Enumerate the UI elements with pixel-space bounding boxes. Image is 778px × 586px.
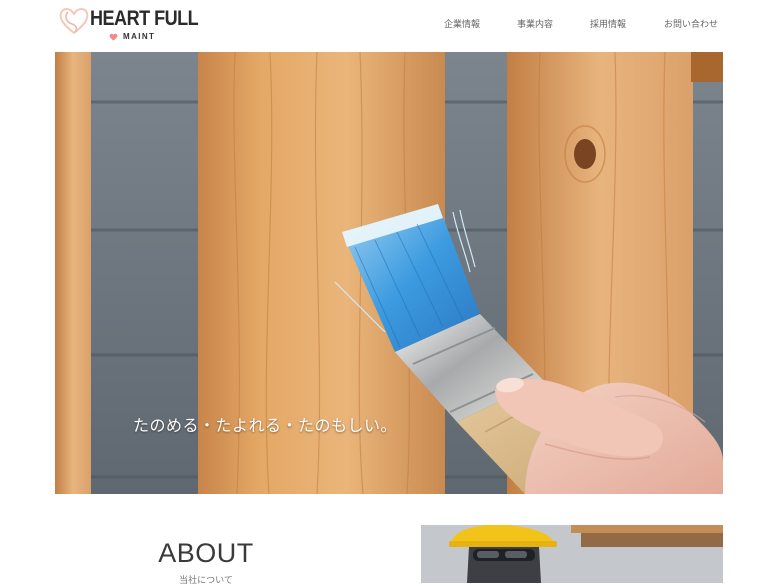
mini-heart-icon bbox=[109, 33, 118, 41]
nav-recruit[interactable]: 採用情報 bbox=[590, 17, 626, 30]
nav-business[interactable]: 事業内容 bbox=[517, 17, 553, 30]
hero-tagline: たのめる・たよれる・たのもしい。 bbox=[133, 416, 398, 435]
hero-banner: たのめる・たよれる・たのもしい。 bbox=[55, 52, 723, 494]
worker-photo bbox=[421, 525, 723, 583]
logo-sub-text: MAINT bbox=[123, 32, 156, 41]
about-heading: ABOUT bbox=[158, 538, 254, 568]
nav-company[interactable]: 企業情報 bbox=[444, 17, 480, 30]
about-image bbox=[421, 525, 723, 583]
global-nav: 企業情報 事業内容 採用情報 お問い合わせ bbox=[0, 17, 778, 31]
nav-contact[interactable]: お問い合わせ bbox=[664, 17, 718, 30]
site-header: HEART FULL MAINT 企業情報 事業内容 採用情報 お問い合わせ bbox=[0, 0, 778, 50]
about-subheading: 当社について bbox=[179, 576, 233, 586]
